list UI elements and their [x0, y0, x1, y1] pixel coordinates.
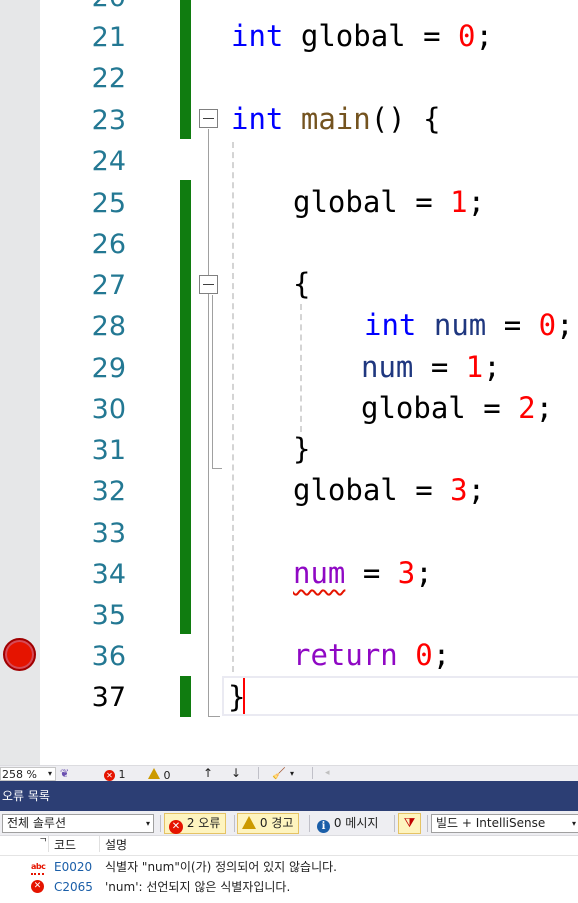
line-number: 27	[91, 270, 126, 301]
info-icon: i	[317, 820, 330, 833]
scroll-left-arrow[interactable]: ◂	[325, 767, 330, 780]
error-icon: ✕	[104, 770, 115, 781]
line-number: 34	[91, 559, 126, 590]
toolbar-separator	[234, 815, 235, 832]
column-header-code[interactable]: 코드	[54, 836, 76, 855]
code-line-34[interactable]: num = 3;	[293, 553, 433, 594]
chevron-down-icon[interactable]: ▾	[290, 767, 294, 780]
error-code-link[interactable]: E0020	[54, 857, 92, 877]
intellicode-icon[interactable]: ❦	[60, 767, 69, 780]
line-number: 20	[40, 0, 126, 18]
code-line-27[interactable]: {	[293, 264, 310, 305]
line-number: 33	[91, 518, 126, 549]
collapse-icon[interactable]	[199, 109, 218, 128]
line-number: 22	[91, 63, 126, 94]
current-line-highlight	[222, 676, 578, 716]
code-line-28[interactable]: int num = 0;	[364, 305, 574, 346]
toolbar-separator	[427, 815, 428, 832]
line-number: 26	[91, 229, 126, 260]
code-line-29[interactable]: num = 1;	[361, 347, 501, 388]
outline-line	[212, 295, 213, 468]
scope-dropdown[interactable]: 전체 솔루션 ▾	[2, 814, 154, 833]
chevron-down-icon: ▾	[145, 819, 150, 828]
source-dropdown[interactable]: 빌드 + IntelliSense ▾	[431, 814, 578, 833]
indent-guide	[232, 142, 234, 672]
line-number: 36	[91, 641, 126, 672]
filter-icon[interactable]: ⧩	[398, 813, 421, 834]
line-number: 21	[91, 22, 126, 53]
line-number: 28	[91, 311, 126, 342]
status-warnings[interactable]: 0	[148, 768, 171, 782]
line-number: 35	[91, 600, 126, 631]
line-number: 32	[91, 476, 126, 507]
error-description: 'num': 선언되지 않은 식별자입니다.	[105, 880, 291, 894]
change-indicator	[180, 0, 191, 139]
change-indicator	[180, 676, 191, 717]
column-divider	[99, 836, 100, 852]
status-separator	[258, 767, 259, 779]
error-list-toolbar: 전체 솔루션 ▾ ✕ 2 오류 0 경고 i 0 메시지 ⧩ 빌드 + Inte…	[0, 811, 578, 836]
errors-filter-button[interactable]: ✕ 2 오류	[164, 813, 227, 834]
code-editor[interactable]: 20 21 22 23 24 25 26 27 28 29 30 31 32 3…	[0, 0, 578, 765]
code-line-32[interactable]: global = 3;	[293, 470, 485, 511]
column-header-description[interactable]: 설명	[105, 836, 127, 855]
error-list-title: 오류 목록	[0, 781, 578, 811]
line-number: 24	[91, 146, 126, 177]
code-cleanup-icon[interactable]: 🧹	[272, 767, 286, 780]
error-squiggle[interactable]: num	[293, 556, 345, 590]
line-number: 23	[91, 105, 126, 136]
toolbar-separator	[309, 815, 310, 832]
code-line-23[interactable]: int main() {	[231, 99, 441, 140]
breakpoint-icon[interactable]	[3, 638, 36, 671]
change-indicator	[180, 180, 191, 634]
intellisense-error-icon: abc	[31, 857, 46, 877]
code-line-21[interactable]: int global = 0;	[231, 16, 493, 57]
error-row[interactable]: ✕ C2065 'num': 선언되지 않은 식별자입니다.	[0, 877, 578, 897]
editor-status-bar: 258 % ▾ ❦ ✕ 1 0 ↑ ↓ 🧹 ▾ ◂	[0, 765, 578, 782]
text-caret	[243, 678, 245, 714]
status-errors[interactable]: ✕ 1	[104, 768, 126, 781]
previous-issue-button[interactable]: ↑	[203, 767, 213, 780]
collapse-icon[interactable]	[199, 275, 218, 294]
code-line-30[interactable]: global = 2;	[361, 388, 553, 429]
line-number-current: 37	[91, 682, 126, 713]
outline-line	[208, 129, 209, 716]
column-divider	[48, 836, 49, 852]
status-separator	[312, 767, 313, 779]
warnings-filter-button[interactable]: 0 경고	[237, 813, 300, 834]
line-number: 29	[91, 353, 126, 384]
error-icon: ✕	[31, 880, 44, 893]
error-list-header: ᄀ 코드 설명	[0, 836, 578, 856]
error-row[interactable]: abc E0020 식별자 "num"이(가) 정의되어 있지 않습니다.	[0, 857, 578, 877]
next-issue-button[interactable]: ↓	[231, 767, 241, 780]
indent-guide	[300, 304, 302, 432]
code-line-31[interactable]: }	[293, 429, 310, 470]
error-description: 식별자 "num"이(가) 정의되어 있지 않습니다.	[105, 860, 337, 874]
outline-end	[208, 716, 220, 717]
code-line-25[interactable]: global = 1;	[293, 182, 485, 223]
outline-end	[212, 468, 222, 469]
error-code-link[interactable]: C2065	[54, 877, 93, 897]
column-marker[interactable]: ᄀ	[39, 834, 47, 853]
line-number: 31	[91, 435, 126, 466]
warning-icon	[148, 768, 160, 779]
warning-icon	[242, 816, 256, 829]
line-number: 25	[91, 188, 126, 219]
code-line-36[interactable]: return 0;	[293, 635, 450, 676]
error-icon: ✕	[169, 820, 183, 834]
toolbar-separator	[394, 815, 395, 832]
line-number: 30	[91, 394, 126, 425]
messages-filter-button[interactable]: i 0 메시지	[312, 813, 384, 834]
toolbar-separator	[160, 815, 161, 832]
chevron-down-icon: ▾	[571, 819, 576, 828]
chevron-down-icon[interactable]: ▾	[48, 767, 52, 780]
